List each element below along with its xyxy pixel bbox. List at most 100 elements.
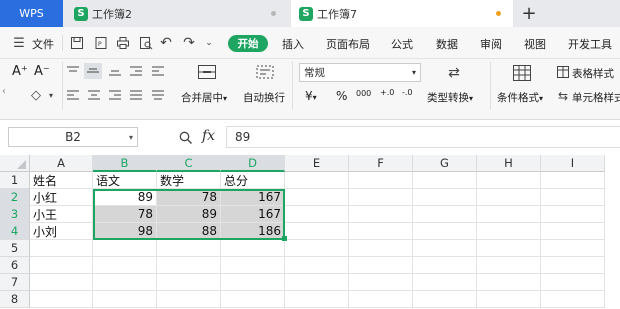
cell-style-icon[interactable]: ⇆ <box>556 89 570 103</box>
cell-f8[interactable] <box>349 291 413 308</box>
cell-e4[interactable] <box>285 223 349 240</box>
cell-h3[interactable] <box>477 206 541 223</box>
chevron-down-icon[interactable]: ▾ <box>129 133 133 142</box>
cell-h8[interactable] <box>477 291 541 308</box>
justify-icon[interactable] <box>128 88 144 102</box>
cell-i7[interactable] <box>541 274 605 291</box>
tab-workbook7[interactable]: S 工作簿7 <box>291 0 513 27</box>
cell-h7[interactable] <box>477 274 541 291</box>
chevron-down-icon[interactable]: ▾ <box>47 89 55 101</box>
tab-formulas[interactable]: 公式 <box>391 36 413 52</box>
wps-home-tab[interactable]: WPS <box>0 0 63 27</box>
thousands-separator-button[interactable]: 000 <box>356 89 371 98</box>
font-decrease-button[interactable]: A⁻ <box>34 64 50 79</box>
cell-a1[interactable]: 姓名 <box>30 172 93 189</box>
cell-a2[interactable]: 小红 <box>30 189 93 206</box>
cell-e5[interactable] <box>285 240 349 257</box>
cell-i3[interactable] <box>541 206 605 223</box>
cell-i1[interactable] <box>541 172 605 189</box>
column-header-f[interactable]: F <box>349 155 413 172</box>
formula-input[interactable]: 89 <box>226 126 620 148</box>
cell-h6[interactable] <box>477 257 541 274</box>
zoom-icon[interactable] <box>177 128 193 146</box>
cell-d7[interactable] <box>221 274 285 291</box>
column-header-d[interactable]: D <box>221 155 285 172</box>
row-header-3[interactable]: 3 <box>0 206 30 223</box>
row-header-5[interactable]: 5 <box>0 240 30 257</box>
cell-f3[interactable] <box>349 206 413 223</box>
column-header-e[interactable]: E <box>285 155 349 172</box>
cell-e2[interactable] <box>285 189 349 206</box>
cell-g3[interactable] <box>413 206 477 223</box>
cell-c6[interactable] <box>157 257 221 274</box>
align-right-icon[interactable] <box>107 88 123 102</box>
cell-b5[interactable] <box>93 240 157 257</box>
align-bottom-icon[interactable] <box>107 64 123 78</box>
cell-c8[interactable] <box>157 291 221 308</box>
cell-c1[interactable]: 数学 <box>157 172 221 189</box>
merge-center-icon[interactable] <box>196 63 218 81</box>
row-header-6[interactable]: 6 <box>0 257 30 274</box>
type-convert-button[interactable]: 类型转换▾ <box>427 90 473 105</box>
cell-h4[interactable] <box>477 223 541 240</box>
cell-i5[interactable] <box>541 240 605 257</box>
column-header-g[interactable]: G <box>413 155 477 172</box>
tab-workbook2[interactable]: S 工作簿2 <box>66 0 288 27</box>
cell-b7[interactable] <box>93 274 157 291</box>
table-style-icon[interactable] <box>556 65 570 79</box>
currency-button[interactable]: ¥▾ <box>305 89 317 103</box>
cell-g5[interactable] <box>413 240 477 257</box>
cell-c7[interactable] <box>157 274 221 291</box>
indent-decrease-icon[interactable] <box>128 64 144 78</box>
cell-style-button[interactable]: 单元格样式 <box>572 90 620 105</box>
cell-e1[interactable] <box>285 172 349 189</box>
row-header-8[interactable]: 8 <box>0 291 30 308</box>
table-style-button[interactable]: 表格样式 <box>572 66 614 81</box>
align-top-icon[interactable] <box>65 64 81 78</box>
cell-f7[interactable] <box>349 274 413 291</box>
export-pdf-icon[interactable]: P <box>92 34 110 52</box>
name-box[interactable]: B2 ▾ <box>8 127 138 147</box>
tab-view[interactable]: 视图 <box>524 36 546 52</box>
cell-h5[interactable] <box>477 240 541 257</box>
function-button[interactable]: fx <box>202 128 215 144</box>
cell-f1[interactable] <box>349 172 413 189</box>
cell-i6[interactable] <box>541 257 605 274</box>
tab-start[interactable]: 开始 <box>228 35 268 52</box>
cell-g1[interactable] <box>413 172 477 189</box>
row-header-4[interactable]: 4 <box>0 223 30 240</box>
indent-increase-icon[interactable] <box>150 64 166 78</box>
merge-center-button[interactable]: 合并居中▾ <box>181 90 227 105</box>
column-header-h[interactable]: H <box>477 155 541 172</box>
cell-a5[interactable] <box>30 240 93 257</box>
new-tab-button[interactable]: + <box>518 0 540 27</box>
tab-data[interactable]: 数据 <box>436 36 458 52</box>
fill-handle[interactable] <box>282 236 287 241</box>
print-preview-icon[interactable] <box>137 34 155 52</box>
cell-f5[interactable] <box>349 240 413 257</box>
select-all-corner[interactable] <box>0 155 30 172</box>
cell-a4[interactable]: 小刘 <box>30 223 93 240</box>
wrap-text-button[interactable]: 自动换行 <box>243 90 285 105</box>
undo-icon[interactable]: ↶ <box>158 34 174 52</box>
cell-i4[interactable] <box>541 223 605 240</box>
tab-developer[interactable]: 开发工具 <box>568 36 612 52</box>
distributed-align-icon[interactable] <box>150 88 166 102</box>
chevron-down-icon[interactable]: ⌄ <box>203 35 215 51</box>
wrap-text-icon[interactable] <box>254 63 276 81</box>
font-increase-button[interactable]: A⁺ <box>12 64 28 79</box>
cell-a7[interactable] <box>30 274 93 291</box>
cell-a8[interactable] <box>30 291 93 308</box>
cell-d1[interactable]: 总分 <box>221 172 285 189</box>
cell-e3[interactable] <box>285 206 349 223</box>
cell-f2[interactable] <box>349 189 413 206</box>
column-header-c[interactable]: C <box>157 155 221 172</box>
cell-a6[interactable] <box>30 257 93 274</box>
cell-d6[interactable] <box>221 257 285 274</box>
cell-h1[interactable] <box>477 172 541 189</box>
save-icon[interactable] <box>68 34 86 52</box>
cell-i8[interactable] <box>541 291 605 308</box>
cell-g2[interactable] <box>413 189 477 206</box>
tab-insert[interactable]: 插入 <box>282 36 304 52</box>
align-middle-icon[interactable] <box>84 63 102 79</box>
